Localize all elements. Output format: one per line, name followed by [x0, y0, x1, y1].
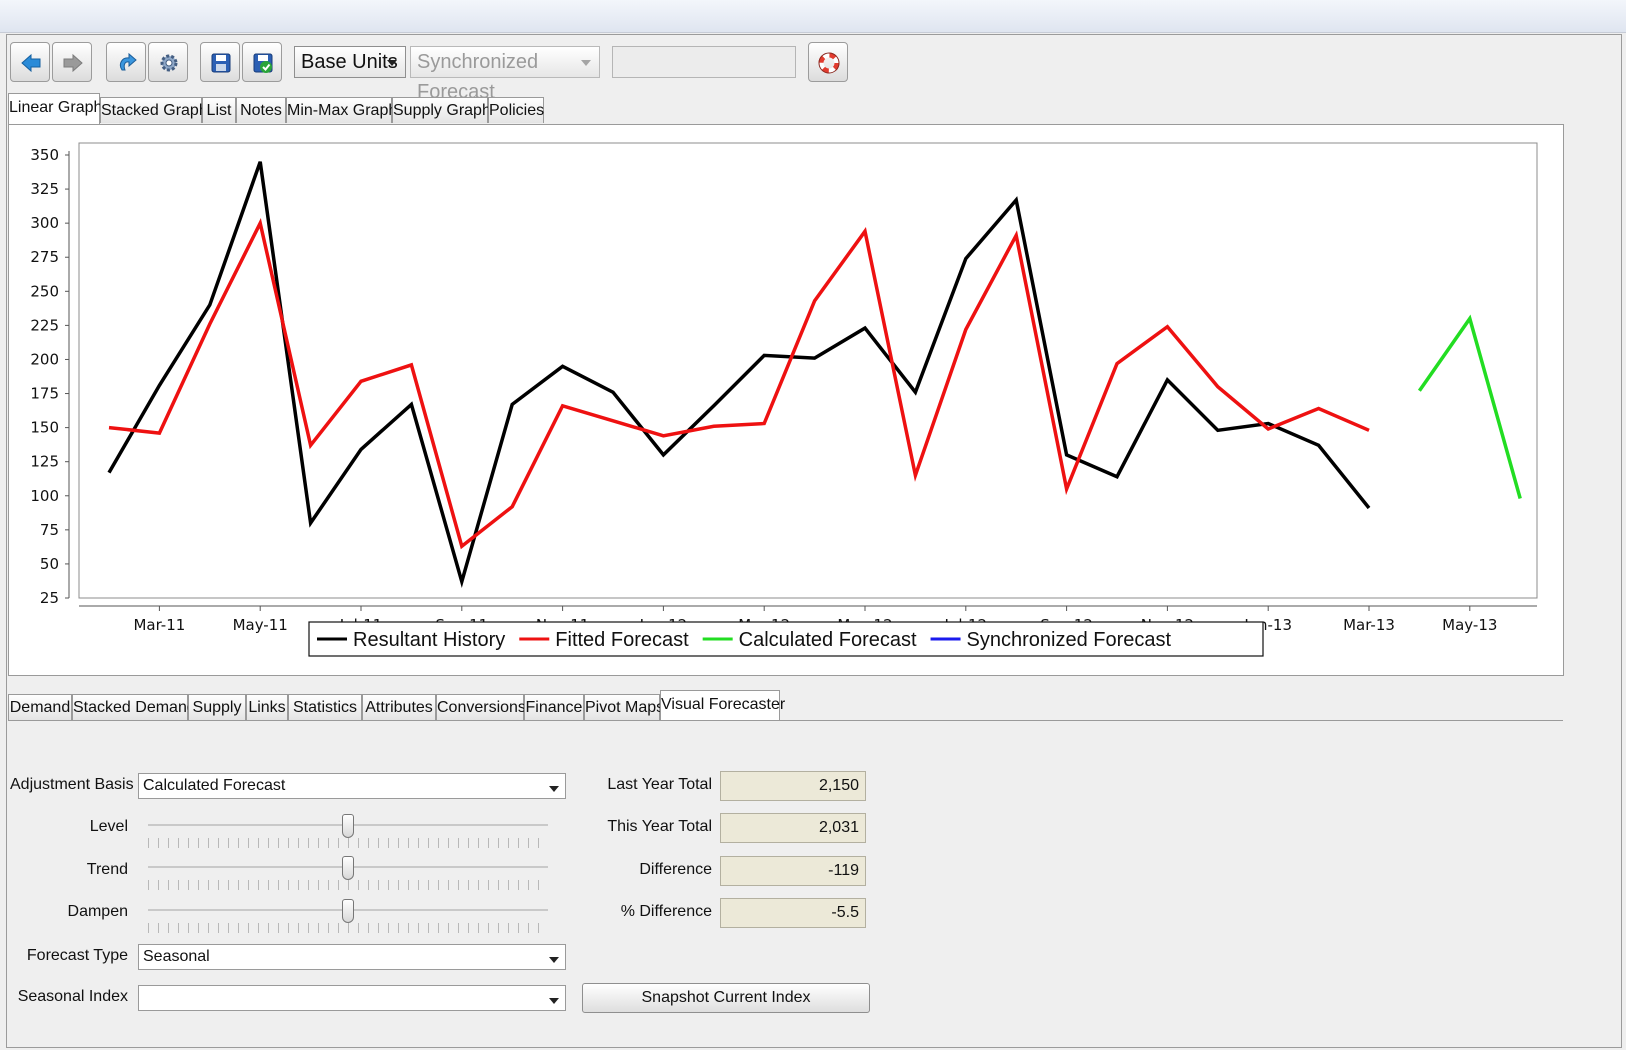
undo-button[interactable]	[106, 42, 146, 82]
y-tick-label: 50	[40, 555, 59, 573]
trend-slider[interactable]	[148, 856, 548, 892]
detail-tabs: Demand Stacked Demand Supply Links Stati…	[8, 690, 808, 721]
y-tick-label: 275	[30, 248, 59, 266]
slider-thumb[interactable]	[342, 899, 354, 923]
tab-notes[interactable]: Notes	[236, 97, 286, 123]
save-and-apply-button[interactable]	[242, 42, 282, 82]
y-tick-label: 350	[30, 146, 59, 164]
slider-thumb[interactable]	[342, 814, 354, 838]
legend-label: Fitted Forecast	[555, 629, 689, 651]
dampen-slider[interactable]	[148, 899, 548, 935]
adjustment-basis-label: Adjustment Basis	[10, 776, 134, 793]
last-year-total-value: 2,150	[720, 771, 866, 801]
chevron-down-icon	[387, 60, 397, 66]
series-line-calculated-forecast	[1417, 314, 1522, 499]
window-title-bar	[0, 0, 1626, 33]
x-tick-label: May-11	[233, 616, 288, 634]
chevron-down-icon	[549, 786, 559, 792]
forecast-type-label: Forecast Type	[26, 947, 128, 964]
forecast-select[interactable]: Synchronized Forecast	[410, 46, 600, 103]
this-year-total-label: This Year Total	[607, 818, 712, 835]
tab-finance[interactable]: Finance	[524, 694, 584, 720]
tab-visual-forecaster[interactable]: Visual Forecaster	[660, 690, 785, 721]
linear-graph-chart: 25 50 75 100 125 150 175 200 225 250 275 300 325 350 M…	[30, 142, 1538, 657]
tab-list[interactable]: List	[202, 97, 236, 123]
legend-label: Resultant History	[353, 629, 505, 651]
tab-stacked-demand[interactable]: Stacked Demand	[72, 694, 196, 720]
chevron-down-icon	[549, 998, 559, 1004]
series-line-fitted-forecast	[108, 218, 1370, 550]
y-tick-label: 225	[30, 316, 59, 334]
slider-ticks	[148, 923, 548, 933]
chevron-down-icon	[549, 957, 559, 963]
toolbar: Base Units Synchronized Forecast	[8, 40, 1608, 103]
plot-area-border	[78, 142, 1538, 599]
x-tick-label: Mar-11	[133, 616, 185, 634]
linear-graph-panel: 25 50 75 100 125 150 175 200 225 250 275 300 325 350 M…	[8, 124, 1564, 676]
graph-tabs: Linear Graph Stacked Graph List Notes Mi…	[8, 93, 568, 124]
y-tick-label: 175	[30, 385, 59, 403]
save-button[interactable]	[200, 42, 240, 82]
tab-supply[interactable]: Supply	[188, 694, 246, 720]
forecast-type-value: Seasonal	[143, 948, 210, 965]
forward-button[interactable]	[52, 42, 92, 82]
y-tick-label: 75	[40, 521, 59, 539]
tab-stacked-graph[interactable]: Stacked Graph	[100, 97, 208, 123]
difference-value: -119	[720, 856, 866, 886]
adjustment-basis-value: Calculated Forecast	[143, 777, 286, 794]
series-line-resultant-history	[107, 161, 1371, 588]
pct-difference-label: % Difference	[620, 903, 712, 920]
y-tick-label: 300	[30, 214, 59, 232]
this-year-total-value: 2,031	[720, 813, 866, 843]
level-label: Level	[89, 818, 128, 835]
tab-demand[interactable]: Demand	[8, 694, 72, 720]
forecast-type-select[interactable]: Seasonal	[138, 944, 566, 970]
legend-label: Synchronized Forecast	[967, 629, 1172, 651]
y-tick-label: 250	[30, 282, 59, 300]
y-tick-label: 100	[30, 487, 59, 505]
snapshot-current-index-button[interactable]: Snapshot Current Index	[582, 983, 870, 1013]
back-button[interactable]	[10, 42, 50, 82]
tab-links[interactable]: Links	[246, 694, 288, 720]
y-tick-label: 125	[30, 453, 59, 471]
x-tick-label: Mar-13	[1343, 616, 1395, 634]
difference-label: Difference	[639, 861, 712, 878]
units-select-value: Base Units	[301, 51, 398, 73]
tab-conversions[interactable]: Conversions	[436, 694, 526, 720]
tab-statistics[interactable]: Statistics	[288, 694, 362, 720]
tab-supply-graph[interactable]: Supply Graph	[392, 97, 491, 123]
pct-difference-value: -5.5	[720, 898, 866, 928]
y-tick-label: 25	[40, 589, 59, 607]
x-tick-label: May-13	[1442, 616, 1497, 634]
units-select[interactable]: Base Units	[294, 46, 406, 78]
slider-ticks	[148, 880, 548, 890]
slider-thumb[interactable]	[342, 856, 354, 880]
tab-policies[interactable]: Policies	[488, 97, 544, 123]
adjustment-basis-select[interactable]: Calculated Forecast	[138, 773, 566, 799]
y-tick-label: 150	[30, 419, 59, 437]
tab-attributes[interactable]: Attributes	[362, 694, 436, 720]
seasonal-index-label: Seasonal Index	[17, 988, 128, 1005]
dampen-label: Dampen	[67, 903, 128, 920]
toolbar-text-field[interactable]	[612, 46, 796, 78]
slider-ticks	[148, 838, 548, 848]
help-button[interactable]	[808, 42, 848, 82]
trend-label: Trend	[86, 861, 128, 878]
y-tick-label: 325	[30, 180, 59, 198]
seasonal-index-select[interactable]	[138, 985, 566, 1011]
legend-label: Calculated Forecast	[739, 629, 917, 651]
settings-button[interactable]	[148, 42, 188, 82]
y-tick-label: 200	[30, 350, 59, 368]
level-slider[interactable]	[148, 814, 548, 850]
last-year-total-label: Last Year Total	[607, 776, 712, 793]
tab-pivot-maps[interactable]: Pivot Maps	[584, 694, 664, 720]
tab-linear-graph[interactable]: Linear Graph	[8, 93, 102, 124]
tab-min-max-graph[interactable]: Min-Max Graph	[286, 97, 397, 123]
chevron-down-icon	[581, 60, 591, 66]
